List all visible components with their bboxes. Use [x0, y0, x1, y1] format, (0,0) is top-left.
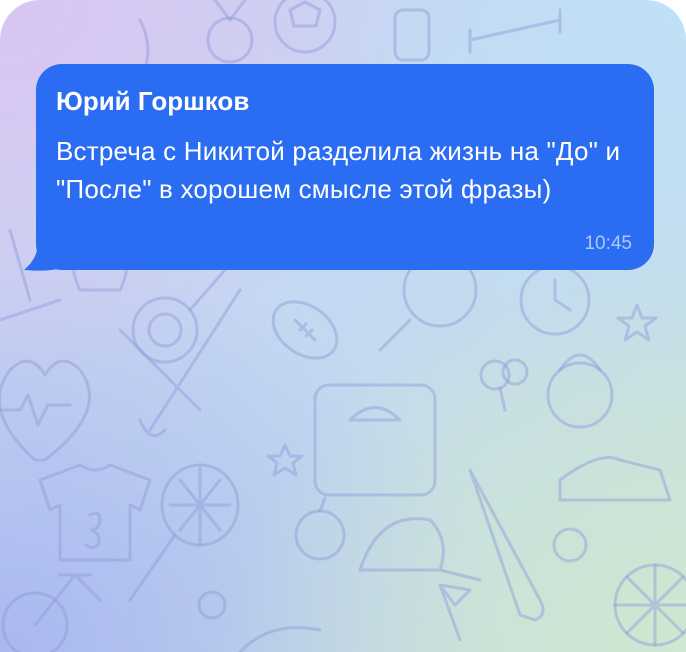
message-text: Встреча с Никитой разделила жизнь на "До… [56, 136, 621, 204]
message-bubble[interactable]: Юрий Горшков Встреча с Никитой разделила… [36, 64, 654, 270]
message-timestamp: 10:45 [584, 233, 632, 254]
chat-background: Юрий Горшков Встреча с Никитой разделила… [0, 0, 686, 652]
sender-name[interactable]: Юрий Горшков [56, 86, 630, 118]
